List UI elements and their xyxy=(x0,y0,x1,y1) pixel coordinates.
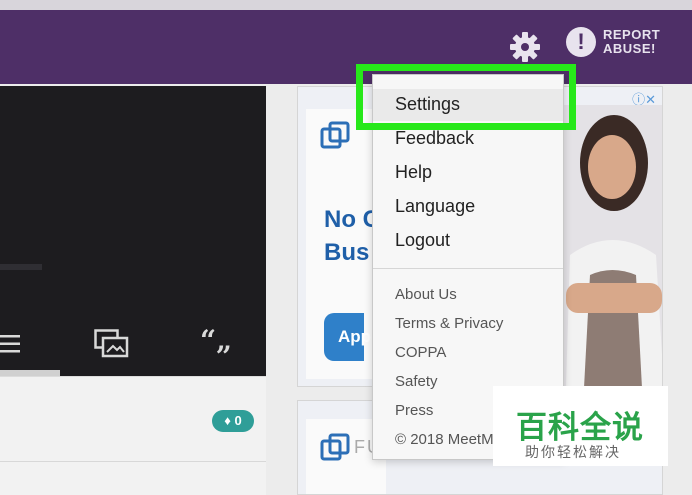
menu-copyright: © 2018 MeetM xyxy=(395,431,494,448)
ad-logo-icon xyxy=(320,433,350,461)
video-panel: “„ xyxy=(0,86,266,376)
menu-item-coppa[interactable]: COPPA xyxy=(395,344,446,361)
menu-item-language[interactable]: Language xyxy=(395,196,475,217)
divider xyxy=(0,461,266,462)
ad-person-image xyxy=(556,105,662,386)
menu-item-press[interactable]: Press xyxy=(395,402,433,419)
alert-icon: ! xyxy=(566,27,596,57)
gem-count: 0 xyxy=(234,413,242,428)
quote-icon[interactable]: “„ xyxy=(200,324,232,357)
ad-logo-icon xyxy=(320,121,350,149)
watermark-title: 百科全说 xyxy=(516,410,644,445)
diamond-icon: ♦ xyxy=(224,413,231,428)
report-abuse-button[interactable]: ! REPORT ABUSE! xyxy=(566,27,660,57)
menu-item-about-us[interactable]: About Us xyxy=(395,286,457,303)
menu-item-help[interactable]: Help xyxy=(395,162,432,183)
ad-apply-button[interactable]: App xyxy=(324,313,371,361)
gem-count-badge[interactable]: ♦ 0 xyxy=(212,410,254,432)
menu-item-safety[interactable]: Safety xyxy=(395,373,438,390)
image-gallery-icon[interactable] xyxy=(94,329,130,359)
gear-icon[interactable] xyxy=(508,30,542,64)
top-strip xyxy=(0,0,692,10)
menu-item-terms-privacy[interactable]: Terms & Privacy xyxy=(395,315,503,332)
watermark-subtitle: 助你轻松解决 xyxy=(525,444,621,460)
report-abuse-label: REPORT ABUSE! xyxy=(603,27,661,56)
menu-item-logout[interactable]: Logout xyxy=(395,230,450,251)
content-area xyxy=(0,376,266,495)
video-caption-bar xyxy=(0,264,42,270)
menu-separator xyxy=(373,268,563,269)
settings-highlight-box xyxy=(356,64,576,130)
list-icon[interactable] xyxy=(0,332,24,356)
menu-item-feedback[interactable]: Feedback xyxy=(395,128,474,149)
watermark: 百科全说 助你轻松解决 xyxy=(493,386,668,466)
